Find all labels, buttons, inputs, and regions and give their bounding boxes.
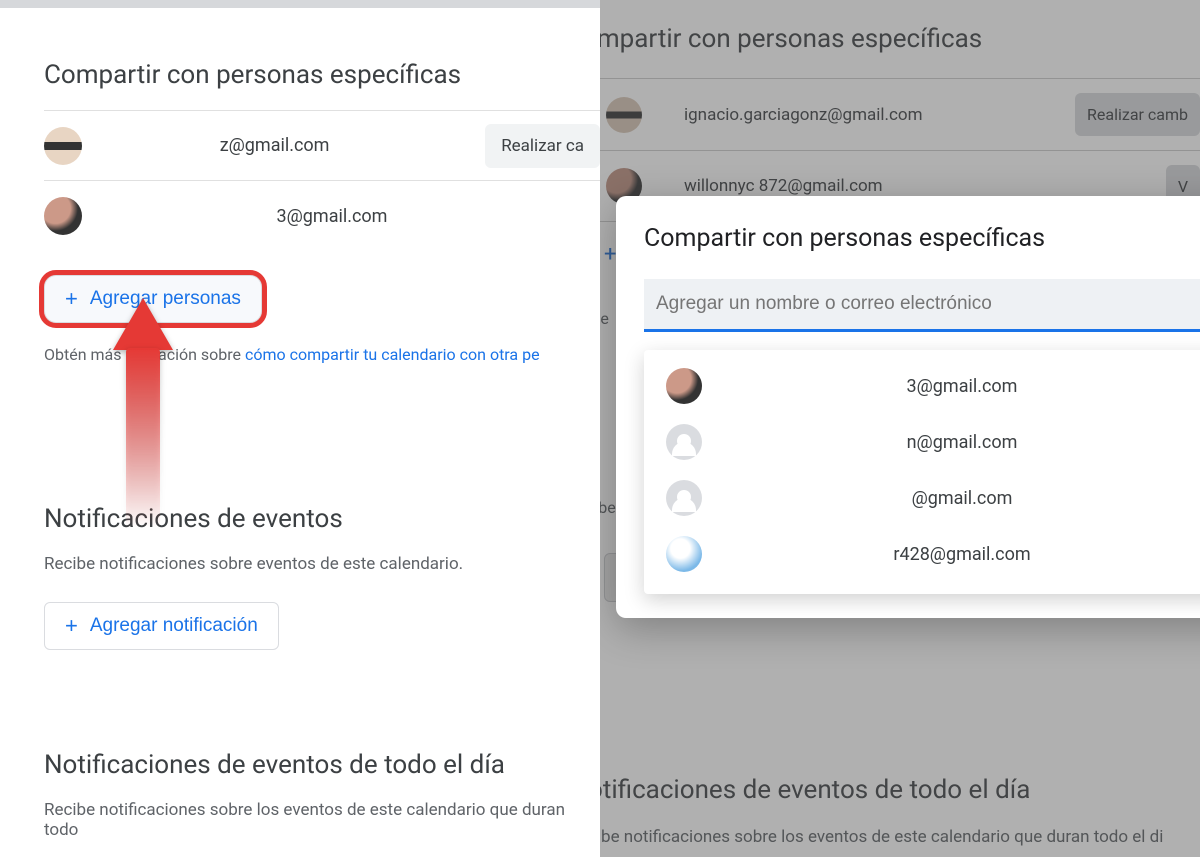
suggestion-item[interactable]: n@gmail.com: [644, 414, 1200, 470]
avatar-placeholder-icon: [666, 424, 702, 460]
plus-icon: +: [65, 288, 78, 310]
event-notifications-title: Notificaciones de eventos: [44, 504, 600, 534]
person-row: z@gmail.com Realizar ca: [44, 111, 600, 181]
person-row: 3@gmail.com: [44, 181, 600, 251]
avatar: [666, 536, 702, 572]
add-person-input[interactable]: [644, 279, 1200, 332]
suggestion-item[interactable]: @gmail.com: [644, 470, 1200, 526]
share-dialog: Compartir con personas específicas 3@gma…: [616, 196, 1200, 618]
suggestion-list: 3@gmail.com n@gmail.com @gmail.com r428@…: [644, 350, 1200, 594]
suggestion-email: 3@gmail.com: [744, 376, 1200, 397]
suggestion-email: r428@gmail.com: [744, 544, 1200, 565]
allday-notifications-title: Notificaciones de eventos de todo el día: [44, 750, 600, 780]
allday-notifications-subtext: Recibe notificaciones sobre los eventos …: [44, 800, 600, 840]
avatar: [666, 368, 702, 404]
share-section-title: Compartir con personas específicas: [44, 60, 600, 90]
add-notification-label: Agregar notificación: [90, 615, 258, 637]
add-people-button[interactable]: + Agregar personas: [44, 275, 262, 323]
share-info-link[interactable]: cómo compartir tu calendario con otra pe: [245, 345, 540, 364]
share-dialog-title: Compartir con personas específicas: [644, 224, 1200, 253]
annotation-arrow: [98, 298, 188, 528]
event-notifications-subtext: Recibe notificaciones sobre eventos de e…: [44, 554, 600, 574]
add-people-label: Agregar personas: [90, 288, 241, 310]
suggestion-item[interactable]: r428@gmail.com: [644, 526, 1200, 582]
suggestion-email: n@gmail.com: [744, 432, 1200, 453]
share-info-text: Obtén más inforación sobre cómo comparti…: [44, 345, 600, 364]
plus-icon: +: [65, 615, 78, 637]
avatar: [44, 127, 82, 165]
avatar: [44, 197, 82, 235]
add-notification-button[interactable]: + Agregar notificación: [44, 602, 279, 650]
suggestion-email: @gmail.com: [744, 488, 1200, 509]
avatar-placeholder-icon: [666, 480, 702, 516]
person-email: 3@gmail.com: [104, 206, 600, 227]
suggestion-item[interactable]: 3@gmail.com: [644, 358, 1200, 414]
person-email: z@gmail.com: [104, 135, 485, 156]
permission-chip[interactable]: Realizar ca: [485, 124, 600, 168]
